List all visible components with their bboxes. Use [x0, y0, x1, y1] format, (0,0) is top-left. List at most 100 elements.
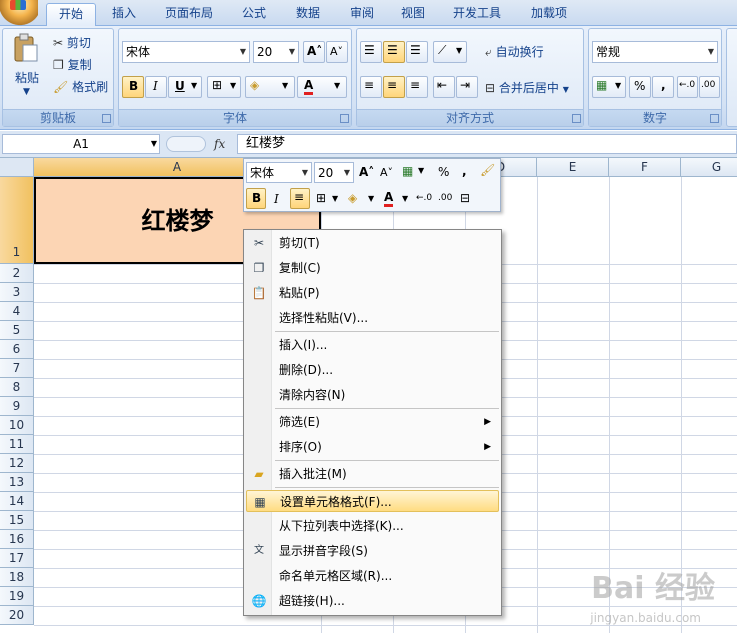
format-painter-button[interactable]: 🖌 格式刷: [53, 78, 108, 95]
menu-item-cut[interactable]: ✂ 剪切(T): [246, 232, 499, 254]
alignment-launcher-icon[interactable]: [572, 114, 581, 123]
currency-button[interactable]: ▦ ▼: [592, 76, 626, 98]
number-format-combo[interactable]: 常规 ▼: [592, 41, 718, 63]
row-header-3[interactable]: 3: [0, 283, 34, 302]
menu-item-paste[interactable]: 📋 粘贴(P): [246, 282, 499, 304]
mini-font-name-combo[interactable]: 宋体 ▼: [246, 162, 312, 183]
formula-bar-handle[interactable]: [166, 136, 206, 152]
row-header-10[interactable]: 10: [0, 416, 34, 435]
row-header-20[interactable]: 20: [0, 606, 34, 625]
align-left-button[interactable]: ≡: [360, 76, 382, 98]
clipboard-launcher-icon[interactable]: [102, 114, 111, 123]
font-size-combo[interactable]: 20 ▼: [253, 41, 299, 63]
menu-item-sort[interactable]: 排序(O) ▶: [246, 436, 499, 458]
align-middle-button[interactable]: ☰: [383, 41, 405, 63]
menu-item-delete[interactable]: 删除(D)...: [246, 359, 499, 381]
menu-item-name-range[interactable]: 命名单元格区域(R)...: [246, 565, 499, 587]
tab-data[interactable]: 数据: [286, 3, 330, 26]
grow-font-button[interactable]: A˄: [303, 41, 325, 63]
currency-icon[interactable]: ▦: [402, 164, 413, 178]
percent-icon[interactable]: %: [438, 165, 449, 179]
grow-font-icon[interactable]: A˄: [359, 165, 374, 179]
font-color-icon[interactable]: A: [384, 190, 394, 207]
increase-indent-button[interactable]: ⇥: [456, 76, 478, 98]
row-header-7[interactable]: 7: [0, 359, 34, 378]
align-bottom-button[interactable]: ☰: [406, 41, 428, 63]
row-header-17[interactable]: 17: [0, 549, 34, 568]
office-button[interactable]: [0, 0, 38, 26]
row-header-18[interactable]: 18: [0, 568, 34, 587]
row-header-9[interactable]: 9: [0, 397, 34, 416]
decrease-decimal-icon[interactable]: .00: [438, 193, 452, 203]
shrink-font-icon[interactable]: A˅: [380, 166, 393, 179]
borders-icon[interactable]: ⊞: [316, 191, 326, 205]
tab-insert[interactable]: 插入: [102, 3, 146, 26]
copy-button[interactable]: ❐ 复制: [53, 56, 92, 73]
column-header-e[interactable]: E: [537, 158, 609, 177]
formula-input[interactable]: 红楼梦: [237, 134, 737, 154]
paste-button[interactable]: 粘贴: [15, 69, 39, 86]
mini-font-size-combo[interactable]: 20 ▼: [314, 162, 354, 183]
underline-button[interactable]: U ▼: [168, 76, 202, 98]
increase-decimal-icon[interactable]: ←.0: [416, 193, 432, 203]
row-header-6[interactable]: 6: [0, 340, 34, 359]
row-header-11[interactable]: 11: [0, 435, 34, 454]
tab-view[interactable]: 视图: [394, 3, 432, 26]
align-top-button[interactable]: ☰: [360, 41, 382, 63]
decrease-decimal-button[interactable]: .00: [699, 76, 720, 98]
comma-button[interactable]: ,: [652, 76, 674, 98]
insert-function-icon[interactable]: fx: [214, 137, 225, 151]
row-header-8[interactable]: 8: [0, 378, 34, 397]
row-header-14[interactable]: 14: [0, 492, 34, 511]
chevron-down-icon[interactable]: ▼: [418, 166, 424, 175]
menu-item-insert[interactable]: 插入(I)...: [246, 334, 499, 356]
italic-icon[interactable]: I: [274, 192, 279, 206]
mini-bold-button[interactable]: B: [246, 188, 266, 209]
tab-home[interactable]: 开始: [46, 3, 96, 26]
tab-formulas[interactable]: 公式: [232, 3, 276, 26]
chevron-down-icon[interactable]: ▼: [402, 194, 408, 203]
decrease-indent-button[interactable]: ⇤: [433, 76, 455, 98]
menu-item-hyperlink[interactable]: 🌐 超链接(H)...: [246, 590, 499, 612]
row-header-1[interactable]: 1: [0, 177, 34, 264]
menu-item-insert-comment[interactable]: ▰ 插入批注(M): [246, 463, 499, 485]
tab-review[interactable]: 审阅: [340, 3, 384, 26]
tab-developer[interactable]: 开发工具: [444, 3, 510, 26]
increase-decimal-button[interactable]: ←.0: [677, 76, 698, 98]
column-header-f[interactable]: F: [609, 158, 681, 177]
mini-align-center-button[interactable]: ≡: [290, 188, 310, 209]
format-painter-icon[interactable]: 🖌: [480, 163, 495, 177]
font-launcher-icon[interactable]: [340, 114, 349, 123]
tab-page-layout[interactable]: 页面布局: [158, 3, 220, 26]
menu-item-clear-contents[interactable]: 清除内容(N): [246, 384, 499, 406]
row-header-5[interactable]: 5: [0, 321, 34, 340]
row-header-4[interactable]: 4: [0, 302, 34, 321]
font-name-combo[interactable]: 宋体 ▼: [122, 41, 250, 63]
menu-item-pick-from-list[interactable]: 从下拉列表中选择(K)...: [246, 515, 499, 537]
wrap-text-button[interactable]: ⤶ 自动换行: [485, 43, 544, 60]
row-header-2[interactable]: 2: [0, 264, 34, 283]
column-header-g[interactable]: G: [681, 158, 737, 177]
percent-button[interactable]: %: [629, 76, 651, 98]
select-all-corner[interactable]: [0, 158, 34, 177]
row-header-12[interactable]: 12: [0, 454, 34, 473]
align-center-button[interactable]: ≡: [383, 76, 405, 98]
merge-center-button[interactable]: ⊟ 合并后居中 ▼: [485, 79, 569, 96]
name-box[interactable]: A1 ▼: [2, 134, 160, 154]
fill-color-icon[interactable]: ◈: [348, 191, 357, 205]
chevron-down-icon[interactable]: ▼: [332, 194, 338, 203]
row-header-16[interactable]: 16: [0, 530, 34, 549]
menu-item-format-cells[interactable]: ▦ 设置单元格格式(F)...: [246, 490, 499, 512]
chevron-down-icon[interactable]: ▼: [368, 194, 374, 203]
borders-button[interactable]: ⊞ ▼: [207, 76, 241, 98]
row-header-13[interactable]: 13: [0, 473, 34, 492]
menu-item-paste-special[interactable]: 选择性粘贴(V)...: [246, 307, 499, 329]
shrink-font-button[interactable]: A˅: [326, 41, 348, 63]
cut-button[interactable]: ✂ 剪切: [53, 34, 91, 51]
comma-icon[interactable]: ,: [462, 164, 467, 178]
merge-center-icon[interactable]: ⊟: [460, 191, 470, 205]
row-header-19[interactable]: 19: [0, 587, 34, 606]
row-header-15[interactable]: 15: [0, 511, 34, 530]
orientation-button[interactable]: ⟋ ▼: [433, 41, 467, 63]
menu-item-copy[interactable]: ❐ 复制(C): [246, 257, 499, 279]
